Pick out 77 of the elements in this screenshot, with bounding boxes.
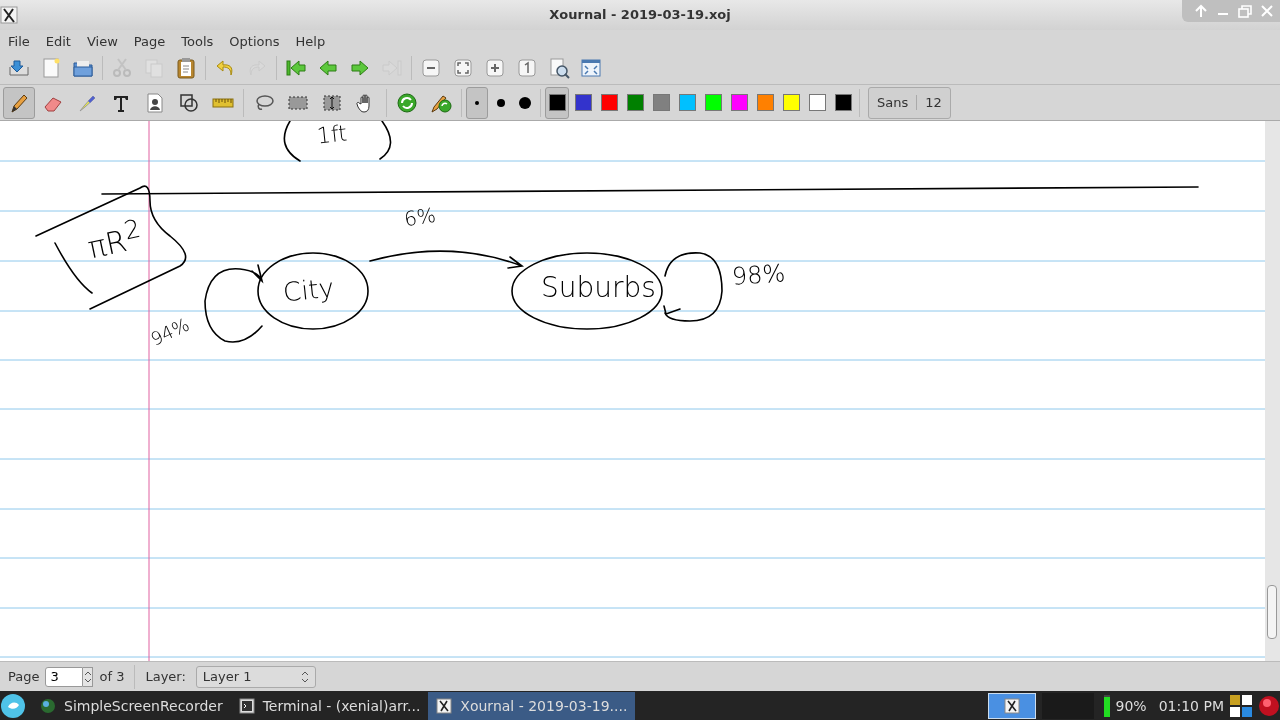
page-number-field[interactable]: 3	[45, 666, 84, 687]
color-button[interactable]	[545, 86, 569, 119]
page-count: of 3	[99, 669, 125, 684]
left-arrow-icon	[317, 57, 339, 79]
window-title: Xournal - 2019-03-19.xoj	[549, 7, 731, 22]
updown-caret-icon	[300, 669, 309, 684]
shapes-icon	[178, 91, 200, 114]
new-page-icon	[40, 57, 62, 79]
font-button[interactable]: Sans 12	[868, 86, 951, 119]
scrollbar-thumb[interactable]	[1267, 585, 1277, 639]
spinner-button[interactable]	[83, 666, 94, 687]
taskbar-button[interactable]: Xournal - 2019-03-19....	[428, 692, 636, 720]
globe-icon	[40, 698, 56, 714]
handwritten-note: City	[281, 274, 336, 306]
record-icon[interactable]	[1258, 695, 1280, 717]
menu-item[interactable]: Options	[221, 31, 288, 51]
scrollbar[interactable]	[1265, 121, 1280, 661]
save-icon	[8, 57, 30, 79]
updown-arrows-icon	[84, 669, 92, 684]
first-page-icon	[285, 57, 307, 79]
handwritten-note: 98%	[731, 261, 787, 289]
layer-label: Layer:	[145, 669, 186, 684]
menu-item[interactable]: Page	[125, 31, 174, 51]
workspace-switcher-icon[interactable]	[1230, 695, 1252, 717]
zoom-in-icon	[484, 57, 506, 79]
dot-icon	[475, 100, 479, 105]
menu-item[interactable]: View	[78, 31, 126, 51]
handwritten-note: 6%	[402, 204, 437, 230]
color-swatch-icon	[808, 94, 826, 111]
dot-icon	[519, 96, 531, 109]
dot-icon	[497, 98, 505, 107]
color-swatch-icon	[782, 94, 800, 111]
start-menu-icon[interactable]	[0, 693, 26, 719]
menu-item[interactable]: Edit	[37, 31, 79, 51]
color-swatch-icon	[834, 94, 852, 111]
zoom-fit-icon	[452, 57, 474, 79]
scissors-icon	[111, 57, 133, 79]
color-swatch-icon	[574, 94, 592, 111]
magnifier-icon	[548, 57, 570, 79]
handwritten-note: 1ft	[315, 122, 349, 148]
clock[interactable]: 01:10 PM	[1158, 698, 1224, 714]
pencil-tool[interactable]	[3, 86, 35, 119]
app-logo-icon	[0, 6, 18, 24]
layer-dropdown[interactable]: Layer 1	[195, 665, 316, 688]
zoom-out-icon	[420, 57, 442, 79]
color-swatch-icon	[678, 94, 696, 111]
app-logo-icon	[1003, 698, 1020, 714]
menu-item[interactable]: Tools	[173, 31, 222, 51]
page-label: Page	[8, 669, 40, 684]
menu-item[interactable]: File	[0, 31, 38, 51]
close-icon[interactable]	[1258, 3, 1276, 19]
battery-icon	[1103, 695, 1110, 717]
app-logo-icon	[436, 698, 453, 714]
workspace-button[interactable]	[987, 693, 1036, 719]
battery-percentage: 90%	[1115, 698, 1147, 714]
restore-icon[interactable]	[1236, 3, 1254, 19]
refresh-icon	[396, 91, 418, 114]
image-icon	[144, 91, 166, 114]
handwritten-note: 94%	[148, 315, 192, 349]
color-swatch-icon	[600, 94, 618, 111]
ink-loop-arrow	[663, 252, 723, 322]
taskbar-button[interactable]: Terminal - (xenial)arr...	[230, 692, 429, 720]
color-swatch-icon	[626, 94, 644, 111]
handwritten-note: πR$^{2}$	[83, 215, 144, 264]
clipboard-icon	[175, 57, 197, 79]
color-swatch-icon	[730, 94, 748, 111]
terminal-icon	[238, 698, 255, 714]
menu-item[interactable]: Help	[287, 31, 334, 51]
color-swatch-icon	[652, 94, 670, 111]
color-swatch-icon	[704, 94, 722, 111]
color-swatch-icon	[756, 94, 774, 111]
taskbar-button[interactable]: SimpleScreenRecorder	[32, 692, 231, 720]
handwritten-note: Suburbs	[541, 274, 656, 302]
one-to-one-icon	[516, 57, 538, 79]
color-swatch-icon	[548, 94, 566, 111]
fullscreen-icon	[580, 57, 602, 79]
right-arrow-icon	[349, 57, 371, 79]
